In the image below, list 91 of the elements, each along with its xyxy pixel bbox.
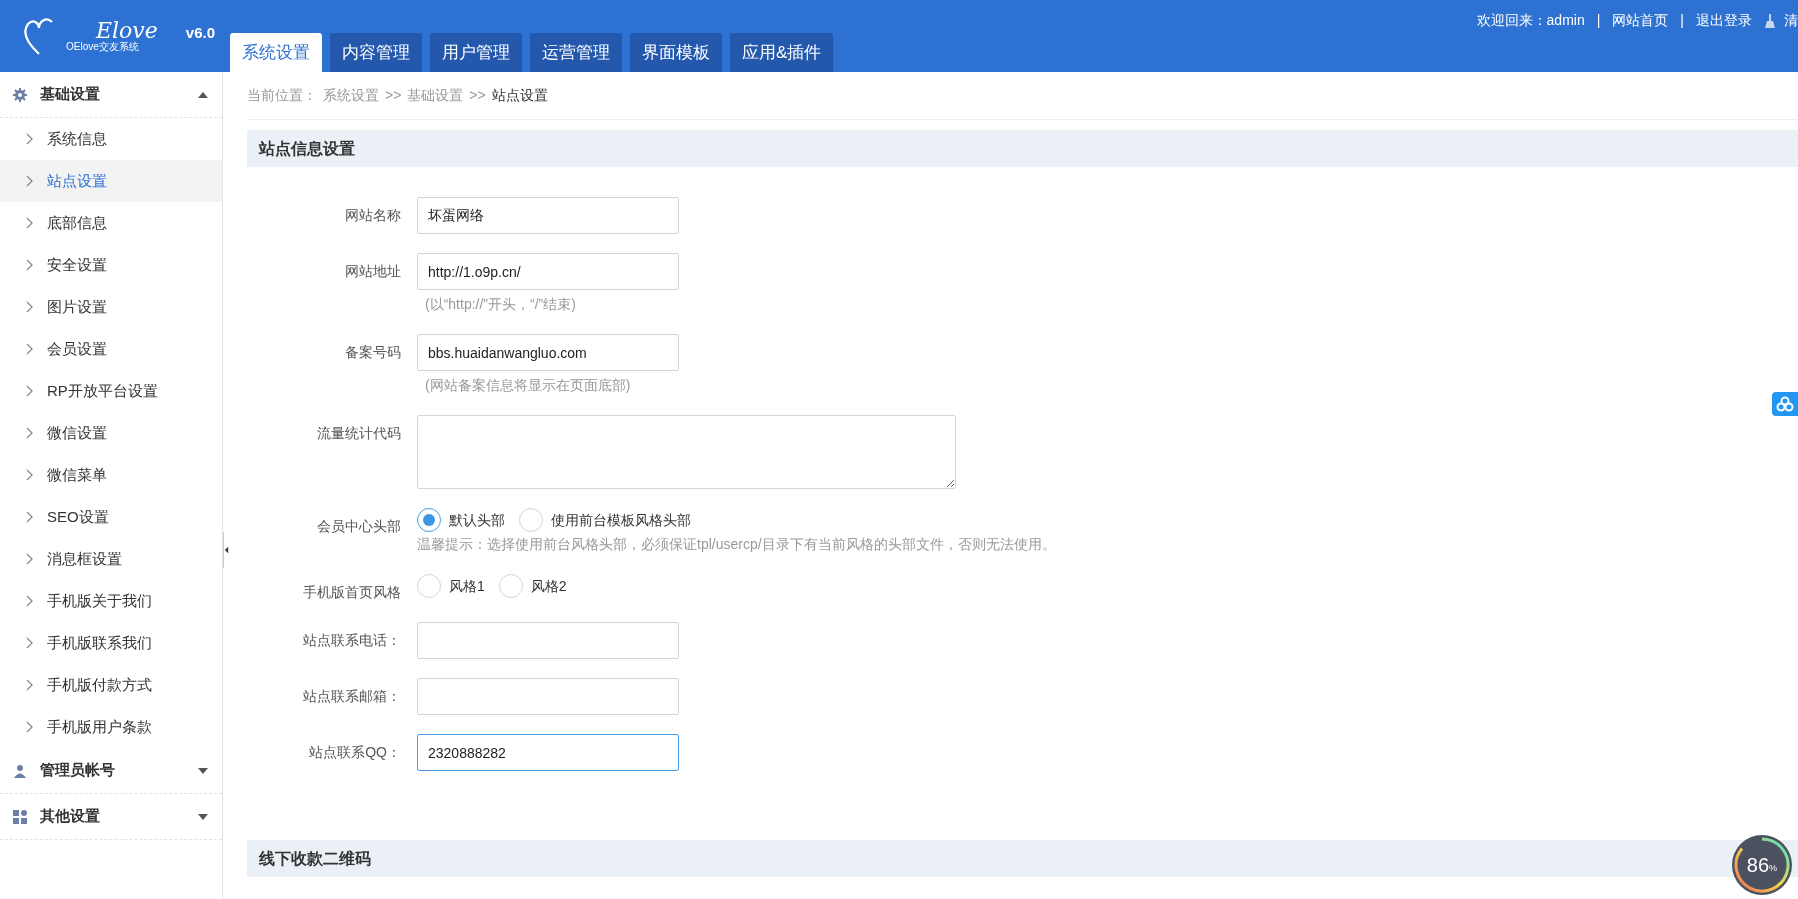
field-label: 手机版首页风格: [302, 583, 402, 602]
gear-icon: [12, 86, 28, 103]
separator: |: [1680, 11, 1684, 30]
chevron-icon: [26, 301, 33, 313]
nav-tab[interactable]: 系统设置: [230, 33, 322, 72]
cloud-icon[interactable]: [1772, 392, 1798, 416]
radio-button[interactable]: [417, 508, 441, 532]
radio-button[interactable]: [519, 508, 543, 532]
input-field[interactable]: [417, 415, 956, 489]
chevron-icon: [26, 637, 33, 649]
field-label: 备案号码: [344, 343, 402, 362]
field-label: 站点联系QQ：: [308, 743, 402, 762]
field-label: 站点联系邮箱：: [302, 687, 402, 706]
sidebar-item[interactable]: 底部信息: [0, 202, 222, 244]
chevron-icon: [26, 553, 33, 565]
header-link[interactable]: 退出登录: [1696, 10, 1752, 31]
radio-label[interactable]: 风格2: [530, 575, 567, 597]
welcome-text: 欢迎回来：admin: [1476, 11, 1585, 30]
sidebar-group[interactable]: 其他设置: [0, 794, 222, 840]
sidebar-item[interactable]: 手机版付款方式: [0, 664, 222, 706]
separator: |: [1596, 11, 1601, 30]
chevron-icon: [26, 343, 33, 355]
field-label: 站点联系电话：: [302, 631, 402, 650]
breadcrumb-text: 站点设置: [491, 86, 548, 105]
sidebar-item[interactable]: 消息框设置: [0, 538, 222, 580]
chevron-icon: [26, 427, 33, 439]
chevron-icon: [26, 175, 33, 187]
chevron-icon: [26, 679, 33, 691]
breadcrumb-text: 当前位置：: [247, 86, 317, 105]
sidebar-item[interactable]: 微信设置: [0, 412, 222, 454]
input-field[interactable]: http://1.o9p.cn/: [417, 253, 679, 290]
nav-tab[interactable]: 界面模板: [630, 33, 722, 72]
collapse-handle[interactable]: [223, 532, 229, 568]
breadcrumb-text: >>: [385, 86, 402, 105]
radio-label[interactable]: 默认头部: [449, 509, 505, 531]
chevron-icon: [26, 511, 33, 523]
version-label: v6.0: [185, 22, 215, 43]
chevron-icon: [26, 469, 33, 481]
sidebar-item[interactable]: 图片设置: [0, 286, 222, 328]
breadcrumb-text: >>: [469, 86, 486, 105]
sidebar-item[interactable]: SEO设置: [0, 496, 222, 538]
gauge-reading: 86: [1746, 853, 1770, 878]
chevron-icon: [26, 595, 33, 607]
user-icon: [12, 762, 28, 779]
chevron-icon: [26, 385, 33, 397]
nav-tab[interactable]: 用户管理: [430, 33, 522, 72]
breadcrumb-text: 系统设置: [323, 86, 379, 105]
chevron-icon: [26, 259, 33, 271]
input-field[interactable]: [417, 678, 679, 715]
input-field[interactable]: bbs.huaidanwangluo.com: [417, 334, 679, 371]
hint-text: (以“http://”开头，“/”结束): [424, 295, 577, 314]
nav-tab[interactable]: 应用&插件: [730, 33, 834, 72]
input-field[interactable]: [417, 622, 679, 659]
radio-button[interactable]: [498, 574, 523, 598]
header-link[interactable]: 网站首页: [1612, 10, 1669, 31]
sidebar-item[interactable]: 手机版关于我们: [0, 580, 222, 622]
sidebar-item[interactable]: 微信菜单: [0, 454, 222, 496]
field-label: 网站名称: [344, 206, 402, 225]
gauge-unit: %: [1769, 863, 1778, 876]
sidebar-group[interactable]: 管理员帐号: [0, 748, 222, 794]
radio-label[interactable]: 使用前台模板风格头部: [551, 509, 691, 531]
radio-button[interactable]: [417, 574, 441, 598]
breadcrumb-text: 基础设置: [407, 86, 464, 105]
sidebar-item[interactable]: 手机版联系我们: [0, 622, 222, 664]
sidebar-item[interactable]: 系统信息: [0, 118, 222, 160]
logo-script: Elove: [96, 20, 158, 42]
section-header: 站点信息设置: [247, 130, 1798, 167]
field-label: 网站地址: [344, 262, 402, 281]
sidebar-item[interactable]: 站点设置: [0, 160, 222, 202]
input-field[interactable]: 坏蛋网络: [417, 197, 679, 234]
hint-text: (网站备案信息将显示在页面底部): [424, 376, 632, 395]
sidebar-item[interactable]: RP开放平台设置: [0, 370, 222, 412]
chevron-icon: [26, 217, 33, 229]
sidebar-item[interactable]: 手机版用户条款: [0, 706, 222, 748]
chevron-icon: [26, 721, 33, 733]
broom-icon[interactable]: [1764, 13, 1776, 28]
memory-gauge[interactable]: 86%: [1732, 835, 1792, 895]
chevron-icon: [26, 133, 33, 145]
clear-link[interactable]: 清: [1784, 10, 1798, 31]
sidebar-group[interactable]: 基础设置: [0, 72, 222, 118]
radio-label[interactable]: 风格1: [449, 575, 485, 597]
nav-tab[interactable]: 内容管理: [330, 33, 422, 72]
hint-text: 温馨提示：选择使用前台风格头部，必须保证tpl/usercp/目录下有当前风格的头部文件，否则无法使用。: [417, 535, 1056, 554]
grid-icon: [12, 808, 28, 825]
sidebar-item[interactable]: 安全设置: [0, 244, 222, 286]
nav-tab[interactable]: 运营管理: [530, 33, 622, 72]
logo-name: OElove交友系统: [66, 42, 139, 52]
field-label: 会员中心头部: [316, 517, 402, 536]
sidebar-item[interactable]: 会员设置: [0, 328, 222, 370]
input-field[interactable]: 2320888282: [417, 734, 679, 771]
field-label: 流量统计代码: [316, 424, 402, 443]
